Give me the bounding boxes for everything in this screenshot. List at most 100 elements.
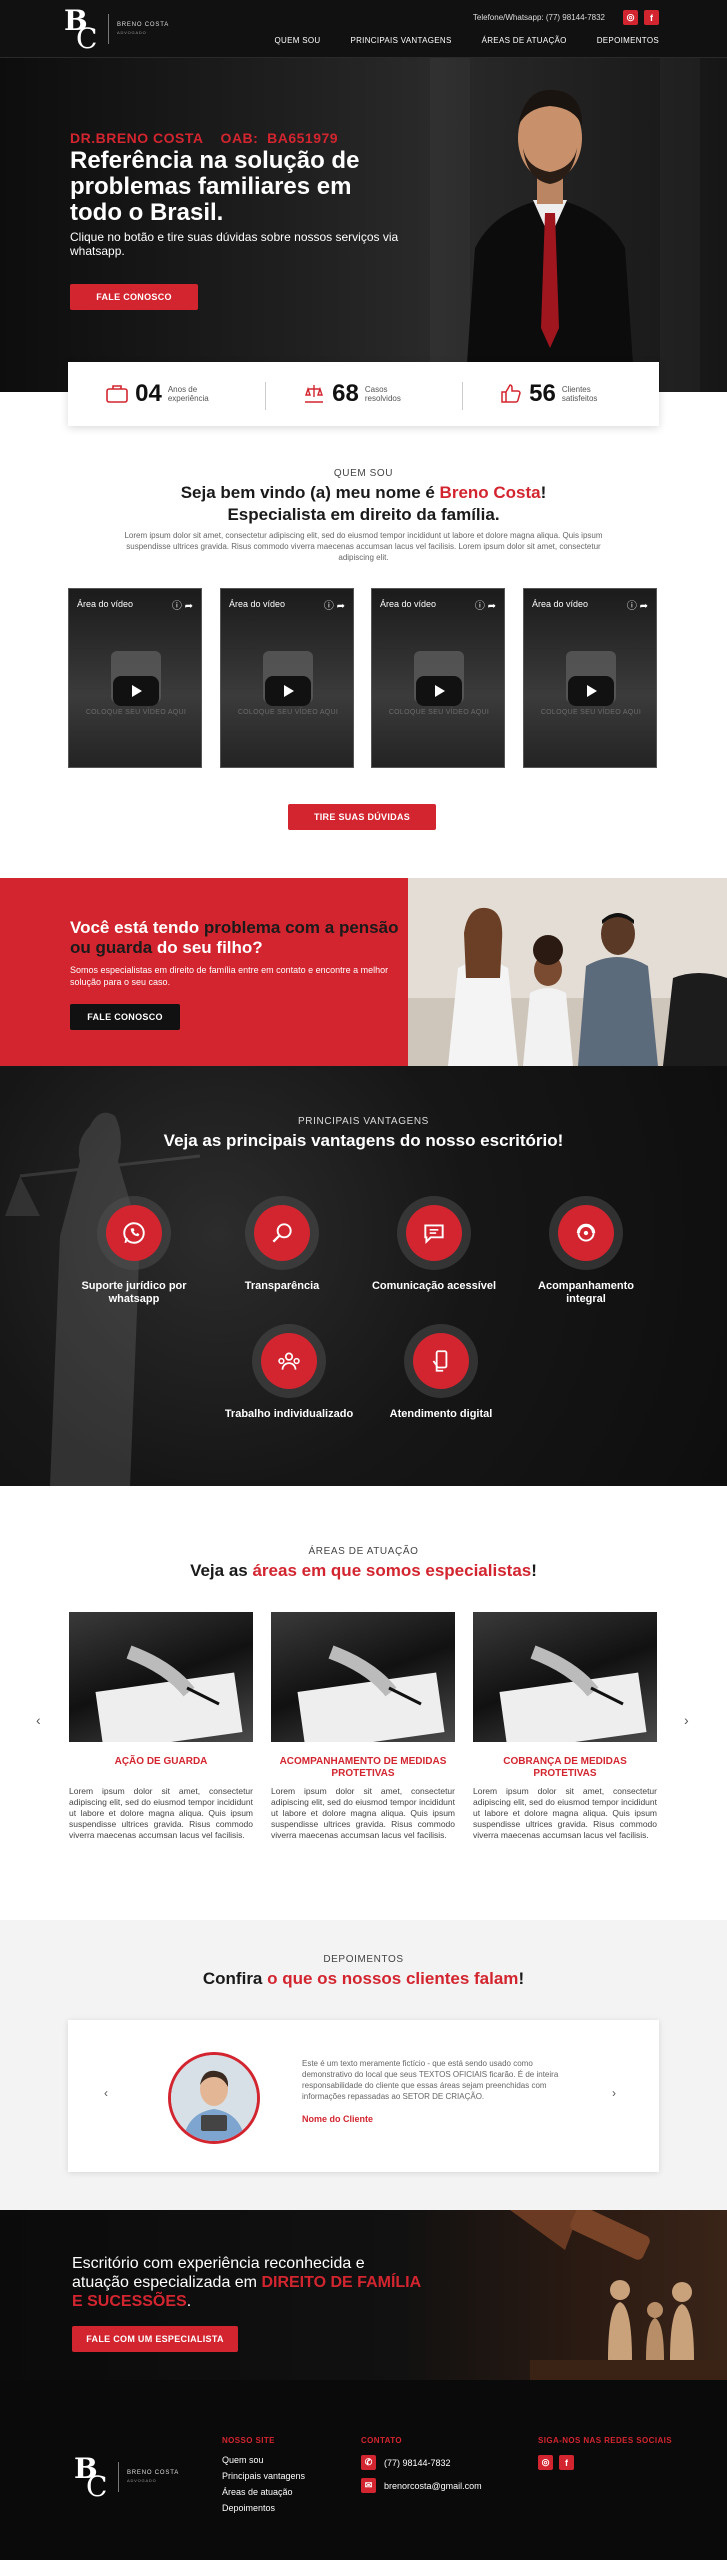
client-avatar — [168, 2052, 260, 2144]
area-card[interactable]: COBRANÇA DE MEDIDAS PROTETIVAS Lorem ips… — [473, 1612, 657, 1841]
hero-title: Referência na solução de problemas famil… — [70, 147, 360, 226]
footer-logo[interactable]: BC BRENO COSTA ADVOGADO — [74, 2452, 179, 2503]
ask-questions-button[interactable]: TIRE SUAS DÚVIDAS — [288, 804, 436, 830]
advantages-title: Veja as principais vantagens do nosso es… — [163, 1131, 564, 1150]
carousel-next-arrow[interactable]: › — [684, 1712, 689, 1728]
logo-monogram: BC — [64, 4, 98, 55]
video-grid: Área do vídeo ⓘ ➦ COLOQUE SEU VÍDEO AQUI … — [68, 588, 659, 768]
lawyer-portrait — [465, 89, 635, 392]
instagram-icon[interactable]: ◎ — [623, 10, 638, 25]
footer-link-depoimentos[interactable]: Depoimentos — [222, 2503, 305, 2513]
play-button[interactable] — [416, 676, 462, 706]
family-photo — [408, 878, 727, 1066]
about-text: Lorem ipsum dolor sit amet, consectetur … — [124, 531, 603, 562]
problem-title: Você está tendo problema com a pensão ou… — [70, 918, 399, 957]
problem-contact-button[interactable]: FALE CONOSCO — [70, 1004, 180, 1030]
testimonial-text: Este é um texto meramente fictício - que… — [302, 2059, 559, 2101]
testimonials-kicker: DEPOIMENTOS — [323, 1954, 404, 1965]
hero-contact-button[interactable]: FALE CONOSCO — [70, 284, 198, 310]
footer-link-areas[interactable]: Áreas de atuação — [222, 2487, 305, 2497]
footer-email[interactable]: brenorcosta@gmail.com — [384, 2481, 482, 2491]
problem-banner: Você está tendo problema com a pensão ou… — [0, 878, 727, 1066]
testimonials-section: DEPOIMENTOS Confira o que os nossos clie… — [0, 1920, 727, 2210]
area-card[interactable]: ACOMPANHAMENTO DE MEDIDAS PROTETIVAS Lor… — [271, 1612, 455, 1841]
testimonial-card: ‹ › Este é um texto meramente fictício -… — [68, 2020, 659, 2172]
share-icon[interactable]: ⓘ ➦ — [627, 597, 648, 612]
gavel-family-image — [510, 2210, 727, 2380]
header-phone: Telefone/Whatsapp: (77) 98144-7832 — [472, 13, 605, 22]
play-button[interactable] — [265, 676, 311, 706]
whatsapp-icon — [123, 1222, 145, 1244]
hero-subtitle: Clique no botão e tire suas dúvidas sobr… — [70, 230, 399, 258]
nav-vantagens[interactable]: PRINCIPAIS VANTAGENS — [350, 36, 451, 45]
logo-name: BRENO COSTA — [117, 22, 170, 28]
facebook-icon[interactable]: f — [559, 2455, 574, 2470]
feature-individual: Trabalho individualizado — [224, 1324, 354, 1421]
magnifier-icon — [272, 1223, 292, 1243]
nav-quem-sou[interactable]: QUEM SOU — [274, 36, 320, 45]
scale-hand-icon — [305, 385, 324, 403]
video-player[interactable]: Área do vídeo ⓘ ➦ COLOQUE SEU VÍDEO AQUI — [68, 588, 202, 768]
feature-communication: Comunicação acessível — [369, 1196, 499, 1293]
site-footer: BC BRENO COSTA ADVOGADO NOSSO SITE Quem … — [0, 2380, 727, 2560]
area-card[interactable]: AÇÃO DE GUARDA Lorem ipsum dolor sit ame… — [69, 1612, 253, 1841]
contract-signing-image — [271, 1612, 455, 1742]
feature-digital: Atendimento digital — [376, 1324, 506, 1421]
play-button[interactable] — [568, 676, 614, 706]
about-title: Seja bem vindo (a) meu nome é Breno Cost… — [180, 483, 547, 524]
footer-link-quem-sou[interactable]: Quem sou — [222, 2455, 305, 2465]
stat-clients: 56 Clientes satisfeitos — [462, 380, 659, 410]
stat-experience: 04 Anos de experiência — [68, 380, 265, 408]
share-icon[interactable]: ⓘ ➦ — [475, 597, 496, 612]
video-player[interactable]: Área do vídeo ⓘ ➦ COLOQUE SEU VÍDEO AQUI — [220, 588, 354, 768]
stats-bar: 04 Anos de experiência 68 Casos resolvid… — [68, 362, 659, 426]
logo[interactable]: BC BRENO COSTA ADVOGADO — [64, 4, 170, 55]
footer-site-links: NOSSO SITE Quem sou Principais vantagens… — [222, 2436, 306, 2513]
testimonial-prev-arrow[interactable]: ‹ — [104, 2086, 108, 2100]
footer-contact: CONTATO ✆ (77) 98144-7832 ✉ brenorcosta@gm… — [361, 2436, 482, 2501]
about-kicker: QUEM SOU — [333, 468, 394, 479]
team-icon — [278, 1352, 300, 1370]
footer-social: SIGA-NOS NAS REDES SOCIAIS ◎ f — [538, 2436, 672, 2470]
areas-kicker: ÁREAS DE ATUAÇÃO — [308, 1546, 419, 1557]
logo-subtitle: ADVOGADO — [117, 30, 147, 35]
instagram-icon[interactable]: ◎ — [538, 2455, 553, 2470]
testimonial-author: Nome do Cliente — [302, 2114, 374, 2124]
feature-whatsapp: Suporte jurídico por whatsapp — [69, 1196, 199, 1306]
advantages-section: PRINCIPAIS VANTAGENS Veja as principais … — [0, 1066, 727, 1486]
cta-banner: Escritório com experiência reconhecida e… — [0, 2210, 727, 2380]
cta-title: Escritório com experiência reconhecida e… — [72, 2255, 421, 2310]
chat-icon — [424, 1224, 444, 1245]
feature-transparency: Transparência — [217, 1196, 347, 1293]
main-nav: QUEM SOU PRINCIPAIS VANTAGENS ÁREAS DE A… — [274, 36, 659, 45]
contract-signing-image — [69, 1612, 253, 1742]
testimonials-title: Confira o que os nossos clientes falam! — [202, 1969, 525, 1988]
stat-cases: 68 Casos resolvidos — [265, 380, 462, 410]
facebook-icon[interactable]: f — [644, 10, 659, 25]
play-button[interactable] — [113, 676, 159, 706]
problem-text: Somos especialistas em direito de famíli… — [70, 965, 389, 987]
carousel-prev-arrow[interactable]: ‹ — [36, 1712, 41, 1728]
share-icon[interactable]: ⓘ ➦ — [324, 597, 345, 612]
nav-areas[interactable]: ÁREAS DE ATUAÇÃO — [482, 36, 567, 45]
feature-followup: Acompanhamento integral — [521, 1196, 651, 1306]
mail-icon: ✉ — [361, 2478, 376, 2493]
areas-title: Veja as áreas em que somos especialistas… — [190, 1561, 537, 1580]
hero-kicker: DR.BRENO COSTA OAB: BA651979 — [70, 130, 339, 146]
support-icon — [576, 1223, 596, 1242]
video-player[interactable]: Área do vídeo ⓘ ➦ COLOQUE SEU VÍDEO AQUI — [523, 588, 657, 768]
footer-phone[interactable]: (77) 98144-7832 — [384, 2458, 451, 2468]
cta-specialist-button[interactable]: FALE COM UM ESPECIALISTA — [72, 2326, 238, 2352]
footer-link-vantagens[interactable]: Principais vantagens — [222, 2471, 305, 2481]
testimonial-next-arrow[interactable]: › — [612, 2086, 616, 2100]
phone-icon: ✆ — [361, 2455, 376, 2470]
hero-section: DR.BRENO COSTA OAB: BA651979 Referência … — [0, 58, 727, 392]
share-icon[interactable]: ⓘ ➦ — [172, 597, 193, 612]
nav-depoimentos[interactable]: DEPOIMENTOS — [597, 36, 659, 45]
site-header: BC BRENO COSTA ADVOGADO Telefone/Whatsap… — [0, 0, 727, 58]
phone-hand-icon — [432, 1350, 448, 1372]
briefcase-icon — [106, 385, 128, 403]
contract-signing-image — [473, 1612, 657, 1742]
video-player[interactable]: Área do vídeo ⓘ ➦ COLOQUE SEU VÍDEO AQUI — [371, 588, 505, 768]
thumbs-up-icon — [501, 384, 521, 403]
